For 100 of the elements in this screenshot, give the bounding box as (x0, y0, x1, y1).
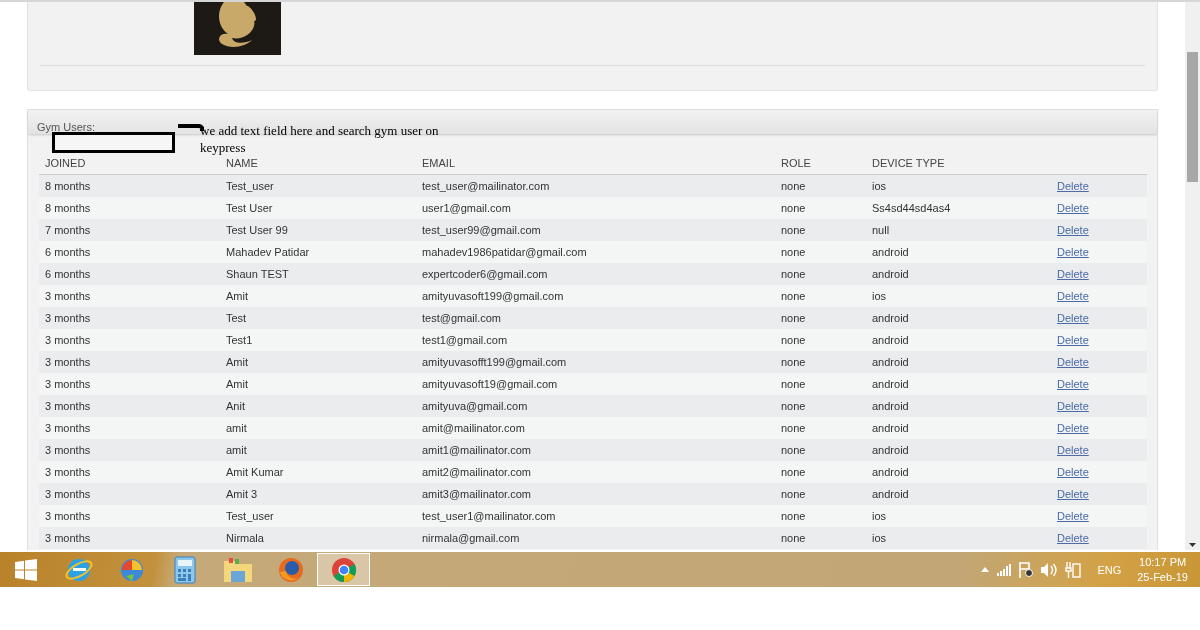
table-cell: ios (866, 527, 1051, 549)
column-header: EMAIL (416, 152, 775, 175)
delete-link[interactable]: Delete (1057, 312, 1089, 324)
table-cell: Test_user (220, 174, 416, 197)
delete-link[interactable]: Delete (1057, 246, 1089, 258)
panel-title: Gym Users: (37, 121, 96, 133)
table-cell: user1@gmail.com (416, 197, 775, 219)
table-cell: none (775, 461, 866, 483)
table-cell: ios (866, 174, 1051, 197)
column-header: ROLE (775, 152, 866, 175)
table-cell: 3 months (39, 395, 220, 417)
delete-link[interactable]: Delete (1057, 202, 1089, 214)
table-cell: none (775, 417, 866, 439)
table-cell: Test (220, 307, 416, 329)
table-cell: amit3@mailinator.com (416, 483, 775, 505)
table-cell: Test User 99 (220, 219, 416, 241)
table-cell: amityuvasoft199@gmail.com (416, 285, 775, 307)
clock[interactable]: 10:17 PM 25-Feb-19 (1137, 554, 1188, 585)
delete-link[interactable]: Delete (1057, 400, 1089, 412)
table-cell: Anit (220, 395, 416, 417)
delete-link[interactable]: Delete (1057, 444, 1089, 456)
table-cell: null (866, 219, 1051, 241)
table-cell: android (866, 263, 1051, 285)
table-cell: Test User (220, 197, 416, 219)
table-cell: none (775, 527, 866, 549)
table-cell: 3 months (39, 439, 220, 461)
table-cell: Nirmala (220, 527, 416, 549)
table-cell: amit@mailinator.com (416, 417, 775, 439)
delete-link[interactable]: Delete (1057, 466, 1089, 478)
table-cell: android (866, 439, 1051, 461)
table-cell: android (866, 417, 1051, 439)
table-cell: none (775, 483, 866, 505)
table-cell: none (775, 329, 866, 351)
delete-link[interactable]: Delete (1057, 224, 1089, 236)
table-cell: amityuvasofft199@gmail.com (416, 351, 775, 373)
table-cell: 3 months (39, 417, 220, 439)
delete-link[interactable]: Delete (1057, 532, 1089, 544)
table-cell: test@gmail.com (416, 307, 775, 329)
table-cell: 3 months (39, 461, 220, 483)
chrome-icon (329, 555, 358, 584)
table-cell: 3 months (39, 329, 220, 351)
scroll-down-icon[interactable] (1189, 543, 1196, 547)
table-cell: none (775, 351, 866, 373)
table-cell: none (775, 505, 866, 527)
table-cell: 8 months (39, 197, 220, 219)
signal-icon[interactable] (997, 563, 1012, 576)
table-cell: 7 months (39, 219, 220, 241)
table-cell: amityuva@gmail.com (416, 395, 775, 417)
table-cell: amit2@mailinator.com (416, 461, 775, 483)
delete-link[interactable]: Delete (1057, 510, 1089, 522)
delete-link[interactable]: Delete (1057, 180, 1089, 192)
table-cell: nirmala@gmail.com (416, 527, 775, 549)
table-cell: 3 months (39, 483, 220, 505)
table-cell: amit1@mailinator.com (416, 439, 775, 461)
delete-link[interactable]: Delete (1057, 290, 1089, 302)
table-cell: android (866, 483, 1051, 505)
table-cell: Amit (220, 351, 416, 373)
table-cell: 3 months (39, 373, 220, 395)
table-cell: test_user1@mailinator.com (416, 505, 775, 527)
table-cell: 3 months (39, 285, 220, 307)
table-cell: none (775, 373, 866, 395)
table-cell: ios (866, 285, 1051, 307)
table-cell: Shaun TEST (220, 263, 416, 285)
table-cell: ios (866, 505, 1051, 527)
table-cell: 3 months (39, 527, 220, 549)
table-cell: none (775, 439, 866, 461)
table-cell: 3 months (39, 505, 220, 527)
calculator-icon (173, 555, 196, 584)
table-cell: android (866, 461, 1051, 483)
delete-link[interactable]: Delete (1057, 334, 1089, 346)
speaker-icon[interactable] (1041, 562, 1058, 577)
delete-link[interactable]: Delete (1057, 268, 1089, 280)
table-cell: none (775, 197, 866, 219)
taskbar-app[interactable] (317, 553, 370, 586)
delete-link[interactable]: Delete (1057, 356, 1089, 368)
table-cell: amit (220, 417, 416, 439)
table-cell: test1@gmail.com (416, 329, 775, 351)
column-header: DEVICE TYPE (866, 152, 1051, 175)
battery-icon[interactable] (1065, 561, 1082, 578)
table-cell: none (775, 174, 866, 197)
table-cell: android (866, 241, 1051, 263)
table-cell: android (866, 329, 1051, 351)
folder-icon (222, 556, 253, 583)
flag-icon[interactable] (1019, 561, 1034, 578)
table-cell: Test1 (220, 329, 416, 351)
fox-browser-icon (276, 555, 305, 584)
delete-link[interactable]: Delete (1057, 378, 1089, 390)
table-cell: Mahadev Patidar (220, 241, 416, 263)
table-cell: test_user99@gmail.com (416, 219, 775, 241)
table-cell: Amit (220, 285, 416, 307)
delete-link[interactable]: Delete (1057, 488, 1089, 500)
table-cell: Amit 3 (220, 483, 416, 505)
scrollbar-thumb[interactable] (1187, 52, 1198, 182)
table-cell: amityuvasoft19@gmail.com (416, 373, 775, 395)
table-cell: none (775, 285, 866, 307)
table-cell: 6 months (39, 241, 220, 263)
scrollbar[interactable] (1185, 2, 1200, 550)
start-icon[interactable] (15, 558, 37, 581)
caret-up-icon[interactable] (981, 567, 990, 572)
delete-link[interactable]: Delete (1057, 422, 1089, 434)
